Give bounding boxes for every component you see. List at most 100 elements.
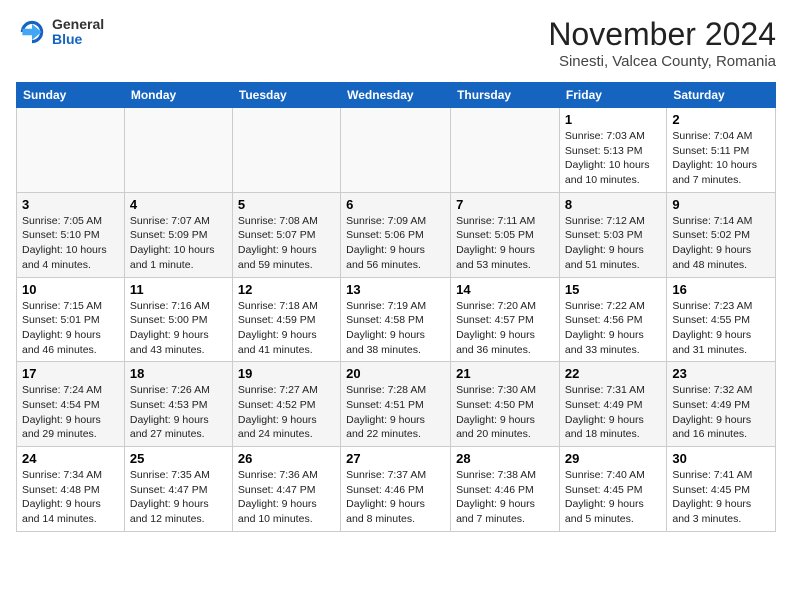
calendar-cell: 17Sunrise: 7:24 AM Sunset: 4:54 PM Dayli… — [17, 362, 125, 447]
day-number: 10 — [22, 282, 119, 297]
calendar-cell: 18 Sunrise: 7:26 AM Sunset: 4:53 PM Dayli… — [124, 362, 232, 447]
day-number: 22 — [565, 366, 661, 381]
calendar-cell: 22 Sunrise: 7:31 AM Sunset: 4:49 PM Dayli… — [559, 362, 666, 447]
page-container: General Blue November 2024 Sinesti, Valc… — [0, 0, 792, 540]
title-section: November 2024 Sinesti, Valcea County, Ro… — [548, 16, 776, 70]
day-info: Sunrise: 7:05 AM Sunset: 5:10 PM Dayligh… — [22, 214, 119, 273]
calendar-week-row: 1 Sunrise: 7:03 AM Sunset: 5:13 PM Daylig… — [17, 108, 776, 193]
day-number: 21 — [456, 366, 554, 381]
calendar-cell — [451, 108, 560, 193]
day-info: Sunrise: 7:12 AM Sunset: 5:03 PM Dayligh… — [565, 214, 661, 273]
day-info: Sunrise: 7:04 AM Sunset: 5:11 PM Dayligh… — [672, 129, 770, 188]
day-number: 1 — [565, 112, 661, 127]
day-info: Sunrise: 7:18 AM Sunset: 4:59 PM Dayligh… — [238, 299, 335, 358]
day-info: Sunrise: 7:34 AM Sunset: 4:48 PM Dayligh… — [22, 468, 119, 527]
day-number: 9 — [672, 197, 770, 212]
day-info: Sunrise: 7:31 AM Sunset: 4:49 PM Dayligh… — [565, 383, 661, 442]
calendar-cell: 8Sunrise: 7:12 AM Sunset: 5:03 PM Daylig… — [559, 192, 666, 277]
day-number: 19 — [238, 366, 335, 381]
calendar-cell: 2 Sunrise: 7:04 AM Sunset: 5:11 PM Daylig… — [667, 108, 776, 193]
calendar-cell: 7Sunrise: 7:11 AM Sunset: 5:05 PM Daylig… — [451, 192, 560, 277]
day-info: Sunrise: 7:20 AM Sunset: 4:57 PM Dayligh… — [456, 299, 554, 358]
day-number: 14 — [456, 282, 554, 297]
day-info: Sunrise: 7:36 AM Sunset: 4:47 PM Dayligh… — [238, 468, 335, 527]
calendar-cell: 20 Sunrise: 7:28 AM Sunset: 4:51 PM Dayli… — [341, 362, 451, 447]
logo-general: General — [52, 17, 104, 32]
weekday-header: Monday — [124, 83, 232, 108]
logo-text: General Blue — [52, 17, 104, 48]
day-number: 24 — [22, 451, 119, 466]
day-number: 16 — [672, 282, 770, 297]
day-number: 18 — [130, 366, 227, 381]
day-info: Sunrise: 7:27 AM Sunset: 4:52 PM Dayligh… — [238, 383, 335, 442]
day-info: Sunrise: 7:24 AM Sunset: 4:54 PM Dayligh… — [22, 383, 119, 442]
day-number: 27 — [346, 451, 445, 466]
day-number: 29 — [565, 451, 661, 466]
calendar-cell: 15Sunrise: 7:22 AM Sunset: 4:56 PM Dayli… — [559, 277, 666, 362]
calendar-cell: 12 Sunrise: 7:18 AM Sunset: 4:59 PM Dayli… — [232, 277, 340, 362]
weekday-header: Wednesday — [341, 83, 451, 108]
calendar-table: SundayMondayTuesdayWednesdayThursdayFrid… — [16, 82, 776, 532]
weekday-header: Tuesday — [232, 83, 340, 108]
day-info: Sunrise: 7:26 AM Sunset: 4:53 PM Dayligh… — [130, 383, 227, 442]
calendar-cell: 29 Sunrise: 7:40 AM Sunset: 4:45 PM Dayli… — [559, 447, 666, 532]
calendar-cell: 14 Sunrise: 7:20 AM Sunset: 4:57 PM Dayli… — [451, 277, 560, 362]
calendar-week-row: 17Sunrise: 7:24 AM Sunset: 4:54 PM Dayli… — [17, 362, 776, 447]
day-info: Sunrise: 7:16 AM Sunset: 5:00 PM Dayligh… — [130, 299, 227, 358]
day-info: Sunrise: 7:11 AM Sunset: 5:05 PM Dayligh… — [456, 214, 554, 273]
calendar-cell: 4 Sunrise: 7:07 AM Sunset: 5:09 PM Daylig… — [124, 192, 232, 277]
logo-icon — [16, 16, 48, 48]
day-number: 20 — [346, 366, 445, 381]
day-info: Sunrise: 7:14 AM Sunset: 5:02 PM Dayligh… — [672, 214, 770, 273]
day-info: Sunrise: 7:40 AM Sunset: 4:45 PM Dayligh… — [565, 468, 661, 527]
calendar-cell: 28 Sunrise: 7:38 AM Sunset: 4:46 PM Dayli… — [451, 447, 560, 532]
day-number: 15 — [565, 282, 661, 297]
calendar-cell: 10 Sunrise: 7:15 AM Sunset: 5:01 PM Dayli… — [17, 277, 125, 362]
weekday-header: Thursday — [451, 83, 560, 108]
day-info: Sunrise: 7:15 AM Sunset: 5:01 PM Dayligh… — [22, 299, 119, 358]
day-info: Sunrise: 7:37 AM Sunset: 4:46 PM Dayligh… — [346, 468, 445, 527]
calendar-cell: 25 Sunrise: 7:35 AM Sunset: 4:47 PM Dayli… — [124, 447, 232, 532]
day-info: Sunrise: 7:30 AM Sunset: 4:50 PM Dayligh… — [456, 383, 554, 442]
header: General Blue November 2024 Sinesti, Valc… — [16, 16, 776, 70]
day-info: Sunrise: 7:03 AM Sunset: 5:13 PM Dayligh… — [565, 129, 661, 188]
calendar-cell: 1 Sunrise: 7:03 AM Sunset: 5:13 PM Daylig… — [559, 108, 666, 193]
calendar-week-row: 3 Sunrise: 7:05 AM Sunset: 5:10 PM Daylig… — [17, 192, 776, 277]
day-number: 11 — [130, 282, 227, 297]
calendar-week-row: 10 Sunrise: 7:15 AM Sunset: 5:01 PM Dayli… — [17, 277, 776, 362]
calendar-cell: 30Sunrise: 7:41 AM Sunset: 4:45 PM Dayli… — [667, 447, 776, 532]
calendar-cell: 9 Sunrise: 7:14 AM Sunset: 5:02 PM Daylig… — [667, 192, 776, 277]
subtitle: Sinesti, Valcea County, Romania — [548, 53, 776, 70]
day-number: 4 — [130, 197, 227, 212]
day-number: 28 — [456, 451, 554, 466]
day-number: 3 — [22, 197, 119, 212]
calendar-cell: 5Sunrise: 7:08 AM Sunset: 5:07 PM Daylig… — [232, 192, 340, 277]
calendar-cell: 6Sunrise: 7:09 AM Sunset: 5:06 PM Daylig… — [341, 192, 451, 277]
weekday-header: Saturday — [667, 83, 776, 108]
weekday-header: Friday — [559, 83, 666, 108]
day-info: Sunrise: 7:28 AM Sunset: 4:51 PM Dayligh… — [346, 383, 445, 442]
day-info: Sunrise: 7:38 AM Sunset: 4:46 PM Dayligh… — [456, 468, 554, 527]
calendar-cell — [17, 108, 125, 193]
day-info: Sunrise: 7:23 AM Sunset: 4:55 PM Dayligh… — [672, 299, 770, 358]
day-info: Sunrise: 7:07 AM Sunset: 5:09 PM Dayligh… — [130, 214, 227, 273]
calendar-cell: 16 Sunrise: 7:23 AM Sunset: 4:55 PM Dayli… — [667, 277, 776, 362]
day-info: Sunrise: 7:19 AM Sunset: 4:58 PM Dayligh… — [346, 299, 445, 358]
day-number: 25 — [130, 451, 227, 466]
month-title: November 2024 — [548, 16, 776, 53]
calendar-cell — [232, 108, 340, 193]
calendar-cell: 21 Sunrise: 7:30 AM Sunset: 4:50 PM Dayli… — [451, 362, 560, 447]
calendar-cell: 24 Sunrise: 7:34 AM Sunset: 4:48 PM Dayli… — [17, 447, 125, 532]
day-number: 2 — [672, 112, 770, 127]
day-number: 23 — [672, 366, 770, 381]
day-info: Sunrise: 7:09 AM Sunset: 5:06 PM Dayligh… — [346, 214, 445, 273]
calendar-cell: 11 Sunrise: 7:16 AM Sunset: 5:00 PM Dayli… — [124, 277, 232, 362]
day-info: Sunrise: 7:35 AM Sunset: 4:47 PM Dayligh… — [130, 468, 227, 527]
calendar-cell: 27 Sunrise: 7:37 AM Sunset: 4:46 PM Dayli… — [341, 447, 451, 532]
calendar-header-row: SundayMondayTuesdayWednesdayThursdayFrid… — [17, 83, 776, 108]
weekday-header: Sunday — [17, 83, 125, 108]
calendar-cell: 26Sunrise: 7:36 AM Sunset: 4:47 PM Dayli… — [232, 447, 340, 532]
calendar-cell: 19 Sunrise: 7:27 AM Sunset: 4:52 PM Dayli… — [232, 362, 340, 447]
day-number: 12 — [238, 282, 335, 297]
logo: General Blue — [16, 16, 104, 48]
